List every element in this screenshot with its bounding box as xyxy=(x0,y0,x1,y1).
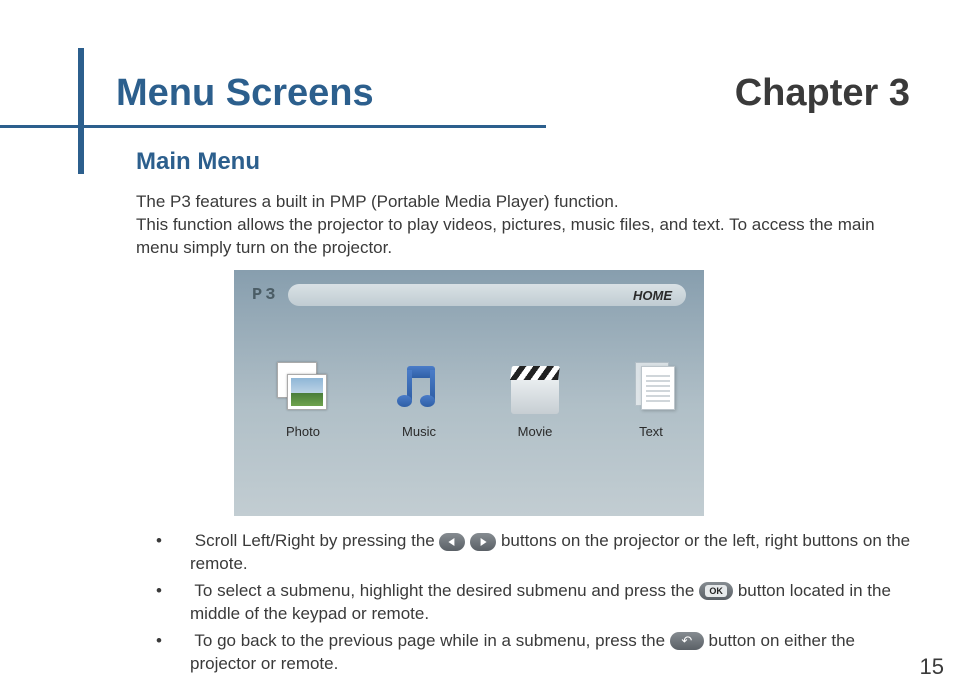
instruction-list: Scroll Left/Right by pressing the button… xyxy=(156,530,916,680)
intro-paragraph: The P3 features a built in PMP (Portable… xyxy=(136,191,916,260)
text-fragment: To select a submenu, highlight the desir… xyxy=(194,581,699,600)
breadcrumb-text: HOME xyxy=(633,288,672,303)
instruction-item: To select a submenu, highlight the desir… xyxy=(156,580,916,626)
instruction-item: To go back to the previous page while in… xyxy=(156,630,916,676)
menu-item-movie: Movie xyxy=(496,362,574,439)
menu-screenshot: P3 HOME Photo Music Movie xyxy=(234,270,704,516)
intro-line-1: The P3 features a built in PMP (Portable… xyxy=(136,192,619,211)
menu-item-text: Text xyxy=(612,362,690,439)
back-button-icon xyxy=(670,632,704,650)
music-icon xyxy=(391,362,447,418)
menu-label: Photo xyxy=(286,424,320,439)
menu-item-photo: Photo xyxy=(264,362,342,439)
menu-label: Music xyxy=(402,424,436,439)
chapter-label: Chapter 3 xyxy=(735,72,910,115)
text-fragment: To go back to the previous page while in… xyxy=(194,631,669,650)
vertical-rule xyxy=(78,48,84,174)
left-arrow-button-icon xyxy=(439,533,465,551)
menu-item-music: Music xyxy=(380,362,458,439)
menu-icon-row: Photo Music Movie Text xyxy=(264,362,690,439)
screenshot-topbar: P3 HOME xyxy=(252,284,686,306)
section-heading: Menu Screens xyxy=(116,72,374,115)
instruction-item: Scroll Left/Right by pressing the button… xyxy=(156,530,916,576)
text-fragment: Scroll Left/Right by pressing the xyxy=(195,531,440,550)
photo-icon xyxy=(275,362,331,418)
device-logo: P3 xyxy=(252,286,278,305)
subsection-title: Main Menu xyxy=(136,148,260,176)
menu-label: Text xyxy=(639,424,663,439)
breadcrumb-pill: HOME xyxy=(288,284,686,306)
text-icon xyxy=(623,362,679,418)
ok-button-icon xyxy=(699,582,733,600)
movie-icon xyxy=(507,362,563,418)
intro-line-2: This function allows the projector to pl… xyxy=(136,215,875,257)
menu-label: Movie xyxy=(518,424,553,439)
horizontal-rule xyxy=(0,125,546,128)
right-arrow-button-icon xyxy=(470,533,496,551)
page-number: 15 xyxy=(920,654,944,680)
